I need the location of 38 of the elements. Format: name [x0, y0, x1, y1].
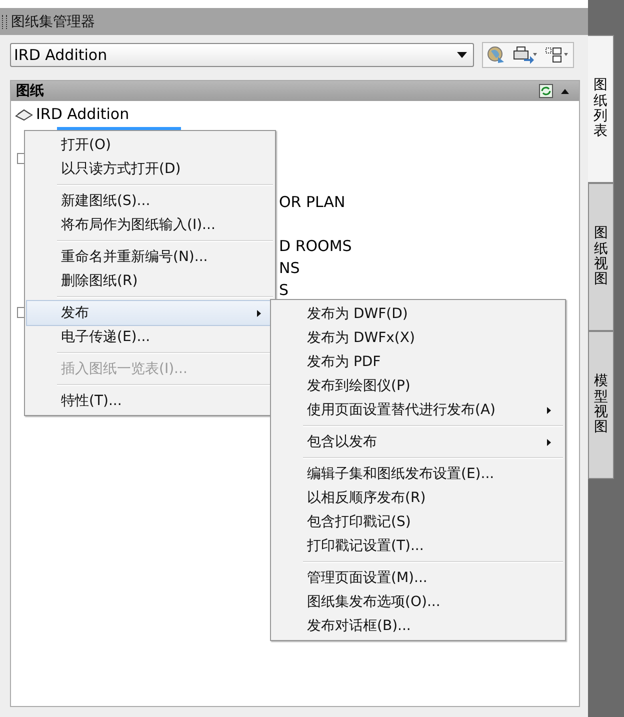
- side-tab[interactable]: 图纸列表: [588, 35, 614, 183]
- menu-item[interactable]: 以只读方式打开(D): [27, 157, 273, 181]
- menu-item[interactable]: 编辑子集和图纸发布设置(E)...: [273, 462, 563, 486]
- refresh-icon[interactable]: [539, 84, 553, 98]
- tree-item[interactable]: IRD Addition: [36, 105, 130, 123]
- menu-item[interactable]: 管理页面设置(M)...: [273, 566, 563, 590]
- menu-item[interactable]: 发布对话框(B)...: [273, 614, 563, 638]
- tree-item[interactable]: OR PLAN: [279, 193, 346, 211]
- menu-item[interactable]: 包含以发布: [273, 430, 563, 454]
- menu-item[interactable]: 包含打印戳记(S): [273, 510, 563, 534]
- tree-item[interactable]: NS: [279, 259, 300, 277]
- collapse-icon[interactable]: [561, 88, 569, 94]
- side-tab[interactable]: 模型视图: [588, 331, 614, 479]
- menu-item[interactable]: 以相反顺序发布(R): [273, 486, 563, 510]
- grip-handle[interactable]: [2, 14, 7, 28]
- menu-item[interactable]: 删除图纸(R): [27, 269, 273, 293]
- menu-item[interactable]: 发布为 DWF(D): [273, 302, 563, 326]
- menu-item[interactable]: 重命名并重新编号(N)...: [27, 245, 273, 269]
- side-tab[interactable]: 图纸视图: [588, 183, 614, 331]
- caret-icon: [457, 52, 467, 58]
- menu-item[interactable]: 打印戳记设置(T)...: [273, 534, 563, 558]
- menu-item[interactable]: 发布到绘图仪(P): [273, 374, 563, 398]
- menu-item[interactable]: 发布为 PDF: [273, 350, 563, 374]
- sheet-set-dropdown[interactable]: IRD Addition: [10, 43, 474, 67]
- menu-item[interactable]: 使用页面设置替代进行发布(A): [273, 398, 563, 422]
- menu-item[interactable]: 电子传递(E)...: [27, 325, 273, 349]
- tree-item[interactable]: D ROOMS: [279, 237, 352, 255]
- menu-item[interactable]: 新建图纸(S)...: [27, 189, 273, 213]
- menu-item[interactable]: 将布局作为图纸输入(I)...: [27, 213, 273, 237]
- section-title: 图纸: [16, 82, 44, 100]
- menu-item[interactable]: 发布: [27, 301, 273, 325]
- window-title: 图纸集管理器: [11, 12, 95, 30]
- sheet-set-icon: [15, 107, 33, 121]
- menu-item[interactable]: 特性(T)...: [27, 389, 273, 413]
- menu-item[interactable]: 图纸集发布选项(O)...: [273, 590, 563, 614]
- tree-item[interactable]: S: [279, 281, 289, 299]
- menu-item[interactable]: 发布为 DWFx(X): [273, 326, 563, 350]
- menu-item[interactable]: 打开(O): [27, 133, 273, 157]
